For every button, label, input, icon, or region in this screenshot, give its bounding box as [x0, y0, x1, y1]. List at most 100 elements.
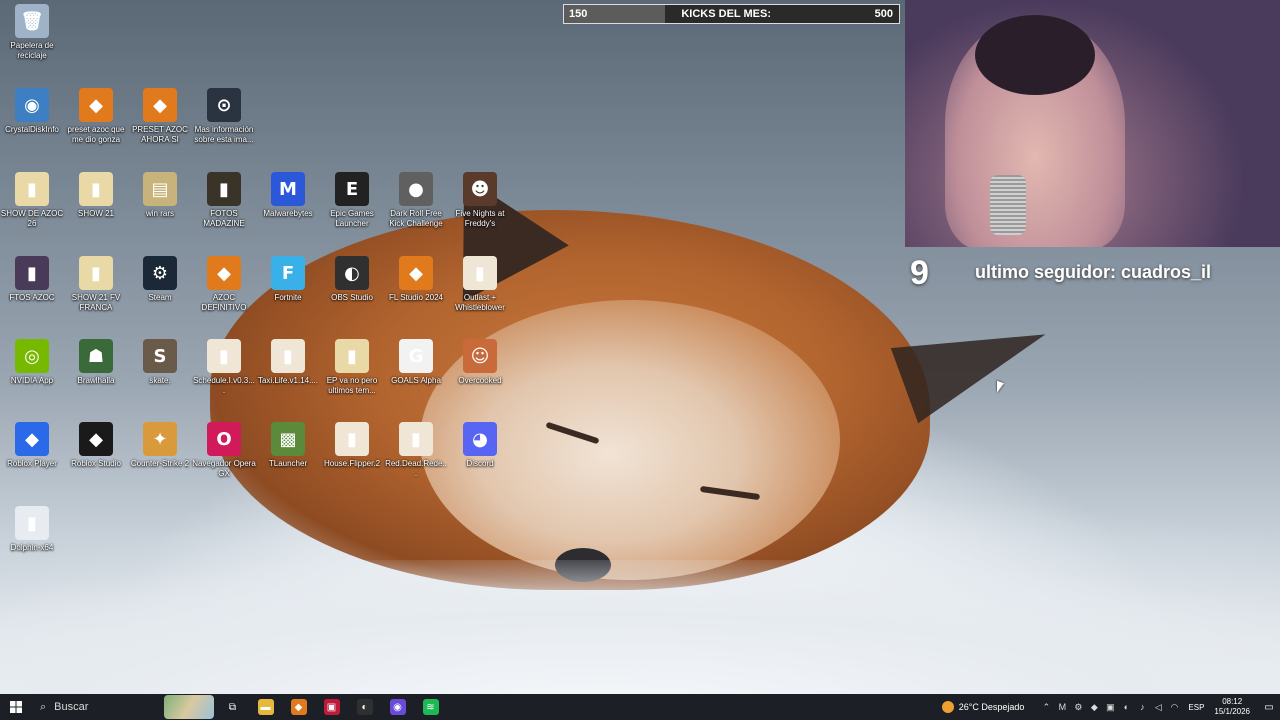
kicks-goal: 500: [874, 8, 893, 20]
desktop-icon-darkroll[interactable]: ● Dark Roll Free Kick Challenge: [384, 172, 448, 229]
obs-icon: ◐: [335, 256, 369, 290]
desktop-icon-label: SHOW DE AZOC 26: [0, 209, 64, 228]
desktop-icon-overcooked[interactable]: ☺ Overcooked: [448, 339, 512, 386]
desktop-icon-opera[interactable]: O Navegador Opera GX: [192, 422, 256, 479]
taskbar-app[interactable]: ▬: [249, 694, 282, 720]
fortnite-icon: F: [271, 256, 305, 290]
game-file-icon: ▮: [207, 339, 241, 373]
language-indicator[interactable]: ESP: [1188, 703, 1204, 712]
desktop-icon-label: TLauncher: [268, 459, 308, 468]
desktop-icon-cs2[interactable]: ✦ Counter-Strike 2: [128, 422, 192, 469]
taskbar-app[interactable]: ▣: [315, 694, 348, 720]
kicks-progress-bar: 150 KICKS DEL MES: 500: [563, 4, 900, 24]
desktop-icon-skate[interactable]: Sskate.: [128, 339, 192, 386]
obs-icon: ◐: [356, 699, 373, 715]
weather-text: 26°C Despejado: [958, 702, 1025, 712]
volume-icon[interactable]: ◁: [1150, 702, 1166, 713]
desktop-icon-tlauncher[interactable]: ▩ TLauncher: [256, 422, 320, 469]
desktop-icon-houseflipper[interactable]: ▮ House.Flipper.2: [320, 422, 384, 469]
windows-logo-icon: [10, 701, 22, 713]
taskbar-app[interactable]: ◐: [348, 694, 381, 720]
desktop-icon-show26[interactable]: ▮ SHOW DE AZOC 26: [0, 172, 64, 229]
start-button[interactable]: [0, 694, 32, 720]
desktop-icon-fnaf[interactable]: ☻ Five Nights at Freddy's: [448, 172, 512, 229]
desktop-icon-label: GOALS Alpha: [391, 376, 441, 385]
weather-widget[interactable]: 26°C Despejado: [941, 701, 1025, 713]
desktop-icon-epic[interactable]: E Epic Games Launcher: [320, 172, 384, 229]
winrar-icon: ▤: [143, 172, 177, 206]
desktop-icon-label: FTOS AZOC: [9, 293, 55, 302]
taskbar-app[interactable]: ◆: [282, 694, 315, 720]
desktop-icon-goals[interactable]: G GOALS Alpha: [384, 339, 448, 386]
kicks-current: 150: [569, 8, 588, 20]
desktop-icon-label: Discord: [466, 459, 494, 468]
desktop-icon-label: Overcooked: [458, 376, 502, 385]
desktop-icon-fl2024[interactable]: ◆ FL Studio 2024: [384, 256, 448, 303]
desktop-icon-recycle[interactable]: 🗑 Papelera de reciclaje: [0, 4, 64, 61]
last-follower-text: ultimo seguidor: cuadros_il: [975, 262, 1212, 282]
folder-icon: ▮: [15, 256, 49, 290]
desktop-icon-ep[interactable]: ▮ EP va no pero ultimos tem...: [320, 339, 384, 396]
epic-games-icon: E: [335, 172, 369, 206]
desktop-icon-info[interactable]: ⊙ Mas información sobre esta ima...: [192, 88, 256, 145]
game-file-icon: ▮: [399, 422, 433, 456]
desktop-icon-dolphin[interactable]: ▮ Dolphin-x64: [0, 506, 64, 553]
soccer-ball-icon: ●: [399, 172, 433, 206]
desktop-icon-fortnite[interactable]: F Fortnite: [256, 256, 320, 303]
desktop-icon-brawl[interactable]: ☗ Brawlhalla: [64, 339, 128, 386]
desktop-icon-winrars[interactable]: ▤ win rars: [128, 172, 192, 219]
desktop-icon-taxi[interactable]: ▮ Taxi.Life.v1.14....: [256, 339, 320, 386]
tray-app-icon[interactable]: ◆: [1086, 702, 1102, 713]
taskbar-search[interactable]: ⌕ Buscar: [32, 694, 162, 720]
desktop-icon-label: preset azoc que me dio gonza: [67, 125, 125, 144]
folder-icon: ▮: [207, 172, 241, 206]
taskbar-app[interactable]: ≋: [414, 694, 447, 720]
taskbar: ⌕ Buscar ⧉ ▬ ◆ ▣ ◐ ◉ ≋ 26°C Despejado ⌃ M ⚙ ◆ …: [0, 694, 1280, 720]
chevron-up-icon[interactable]: ⌃: [1038, 702, 1054, 713]
desktop-icon-nvidia[interactable]: ◎ NVIDIA App: [0, 339, 64, 386]
desktop-icon-obs[interactable]: ◐ OBS Studio: [320, 256, 384, 303]
desktop-icon-preset2[interactable]: ◆ PRESET AZOC AHORA SI: [128, 88, 192, 145]
search-highlight-image[interactable]: [162, 694, 216, 720]
microphone: [990, 175, 1026, 235]
desktop-icon-preset1[interactable]: ◆ preset azoc que me dio gonza: [64, 88, 128, 145]
desktop-icon-label: Malwarebytes: [263, 209, 313, 218]
desktop-icon-ftos[interactable]: ▮ FTOS AZOC: [0, 256, 64, 303]
desktop-icon-label: Five Nights at Freddy's: [455, 209, 505, 228]
clock[interactable]: 08:12 15/1/2026: [1214, 697, 1250, 717]
fl-studio-icon: ◆: [79, 88, 113, 122]
folder-icon: ▮: [335, 339, 369, 373]
tray-app-icon[interactable]: M: [1054, 702, 1070, 712]
notifications-icon[interactable]: ▭: [1258, 702, 1280, 713]
desktop-icon-reddead[interactable]: ▮ Red.Dead.Rede...: [384, 422, 448, 479]
steam-icon: ⚙: [143, 256, 177, 290]
tlauncher-icon: ▩: [271, 422, 305, 456]
taskbar-app[interactable]: ◉: [381, 694, 414, 720]
desktop-icon-outlast[interactable]: ▮ Outlast + Whistleblower: [448, 256, 512, 313]
desktop-icon-steam[interactable]: ⚙ Steam: [128, 256, 192, 303]
taskbar-app[interactable]: ⧉: [216, 694, 249, 720]
desktop-icon-label: Fortnite: [274, 293, 302, 302]
desktop-icon-azocdef[interactable]: ◆ AZOC DEFINITIVO: [192, 256, 256, 313]
desktop-icon-discord[interactable]: ◕ Discord: [448, 422, 512, 469]
tray-app-icon[interactable]: ◐: [1118, 702, 1134, 712]
desktop-icon-malware[interactable]: M Malwarebytes: [256, 172, 320, 219]
weather-sun-icon: [941, 701, 954, 713]
desktop-icon-schedule[interactable]: ▮ Schedule.I.v0.3....: [192, 339, 256, 396]
tray-steam-icon[interactable]: ⚙: [1070, 702, 1086, 713]
counter-strike-icon: ✦: [143, 422, 177, 456]
desktop-icon-robloxstudio[interactable]: ◆ Roblox Studio: [64, 422, 128, 469]
microphone-icon[interactable]: ♪: [1134, 702, 1150, 712]
desktop-icon-show21fv[interactable]: ▮ SHOW 21 FV FRANCA: [64, 256, 128, 313]
desktop-icon-label: win rars: [145, 209, 174, 218]
desktop-icon-roblox[interactable]: ◆ Roblox Player: [0, 422, 64, 469]
desktop-icon-crystal[interactable]: ◉ CrystalDiskInfo: [0, 88, 64, 135]
desktop-icon-label: PRESET AZOC AHORA SI: [132, 125, 188, 144]
tray-app-icon[interactable]: ▣: [1102, 702, 1118, 713]
fox-ear: [890, 296, 1060, 424]
wifi-icon[interactable]: ◠: [1166, 702, 1182, 713]
desktop-icon-show21[interactable]: ▮ SHOW 21: [64, 172, 128, 219]
desktop-icon-fotos[interactable]: ▮ FOTOS MADAZINE: [192, 172, 256, 229]
roblox-icon: ◆: [15, 422, 49, 456]
desktop-icon-label: Red.Dead.Rede...: [385, 459, 447, 478]
